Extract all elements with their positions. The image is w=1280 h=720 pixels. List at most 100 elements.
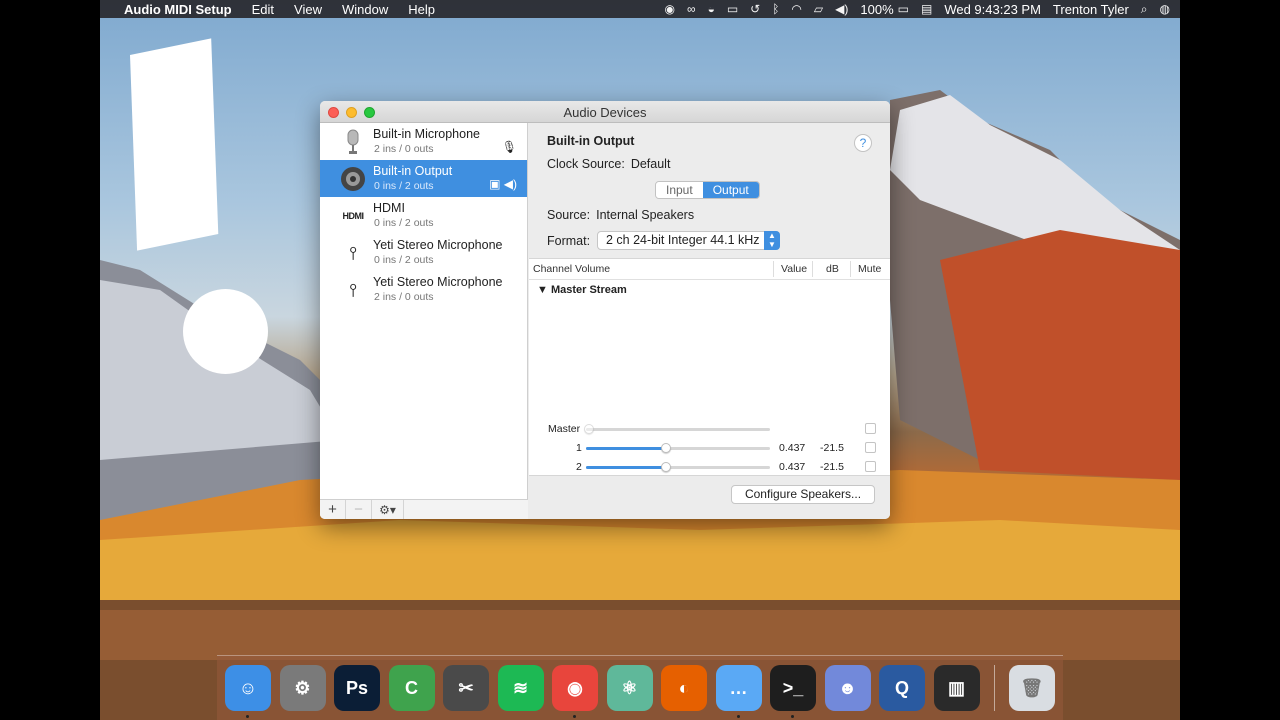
atom-icon[interactable]: ⚛ bbox=[606, 665, 653, 711]
photoshop-icon[interactable]: Ps bbox=[334, 665, 380, 711]
spotlight-search-icon[interactable]: ⌕ bbox=[1141, 2, 1148, 17]
device-io: 2 ins / 0 outs bbox=[374, 291, 434, 303]
format-value: 2 ch 24-bit Integer 44.1 kHz bbox=[606, 233, 760, 247]
channel-row-master: Master bbox=[529, 420, 890, 438]
channel-volume-table: Channel Volume Value dB Mute ▼ Master St… bbox=[529, 258, 890, 476]
channel-value: 0.437 bbox=[779, 461, 806, 473]
mute-checkbox[interactable] bbox=[865, 442, 876, 453]
table-header: Channel Volume Value dB Mute bbox=[529, 259, 890, 280]
spotify-icon[interactable]: ≋ bbox=[497, 665, 544, 711]
chevron-updown-icon: ▲ ▼ bbox=[764, 231, 780, 250]
volume-slider[interactable] bbox=[586, 462, 770, 472]
clock-source: Clock Source: Default bbox=[547, 157, 670, 171]
dock: ☺ ⚙ Ps C ✂ ≋ ◉ ⚛ ◐… >_ ☻ Q ▥ 🗑 bbox=[217, 655, 1063, 720]
running-indicator bbox=[573, 715, 576, 718]
dock-apps: ☺ ⚙ Ps C ✂ ≋ ◉ ⚛ ◐… >_ ☻ Q ▥ bbox=[225, 665, 988, 718]
channel-label: 1 bbox=[576, 442, 582, 454]
wifi-icon[interactable]: ◠ bbox=[791, 2, 801, 16]
configure-speakers-button[interactable]: Configure Speakers... bbox=[731, 485, 875, 504]
usb-icon: ⫯ bbox=[349, 279, 357, 300]
channel-row-2: 2 0.437 -21.5 bbox=[529, 458, 890, 476]
running-indicator bbox=[791, 715, 794, 718]
master-stream-group[interactable]: ▼ Master Stream bbox=[537, 284, 627, 296]
mute-checkbox[interactable] bbox=[865, 423, 876, 434]
window-title: Audio Devices bbox=[563, 105, 647, 120]
col-mute: Mute bbox=[858, 263, 882, 275]
menu-clock[interactable]: Wed 9:43:23 PM bbox=[944, 2, 1041, 17]
disclosure-triangle-icon[interactable]: ▼ bbox=[537, 284, 548, 296]
final-cut-icon[interactable]: ✂ bbox=[443, 665, 489, 711]
stream-name: Master Stream bbox=[550, 284, 627, 296]
device-io: 2 ins / 0 outs bbox=[374, 143, 434, 155]
flag-icon[interactable]: ▤ bbox=[921, 2, 932, 16]
device-item-built-in-microphone[interactable]: Built-in Microphone 2 ins / 0 outs 🎙 bbox=[320, 123, 527, 160]
siri-icon[interactable]: ◍ bbox=[1160, 2, 1170, 16]
quicktime-icon[interactable]: Q bbox=[879, 665, 925, 711]
airplay-icon[interactable]: ▱ bbox=[814, 2, 823, 16]
gear-menu-button[interactable]: ⚙▾ bbox=[372, 500, 404, 519]
menu-edit[interactable]: Edit bbox=[252, 2, 274, 17]
device-item-hdmi[interactable]: HDMI HDMI 0 ins / 2 outs bbox=[320, 197, 527, 234]
hdmi-icon: HDMI bbox=[342, 211, 365, 221]
midi-keyboard-icon[interactable]: ▥ bbox=[933, 665, 980, 711]
device-item-yeti-input[interactable]: ⫯ Yeti Stereo Microphone 2 ins / 0 outs bbox=[320, 271, 527, 308]
status-icon[interactable]: ◒ bbox=[708, 2, 715, 16]
microphone-icon bbox=[340, 129, 366, 155]
slider-knob[interactable] bbox=[584, 424, 594, 434]
menu-help[interactable]: Help bbox=[408, 2, 435, 17]
audio-devices-window: Audio Devices Built-in Microphone 2 ins … bbox=[320, 101, 890, 519]
clock-source-label: Clock Source: bbox=[547, 157, 625, 171]
tab-output[interactable]: Output bbox=[702, 182, 759, 198]
display-icon[interactable]: ▭ bbox=[727, 2, 738, 16]
app-menu[interactable]: Audio MIDI Setup bbox=[124, 2, 232, 17]
volume-slider[interactable] bbox=[586, 443, 770, 453]
menu-window[interactable]: Window bbox=[342, 2, 388, 17]
slider-knob[interactable] bbox=[661, 462, 672, 472]
device-list: Built-in Microphone 2 ins / 0 outs 🎙 Bui… bbox=[320, 123, 528, 519]
remove-device-button[interactable]: − bbox=[346, 500, 372, 519]
record-icon[interactable]: ◉ bbox=[665, 2, 675, 16]
volume-icon[interactable]: ◀) bbox=[835, 2, 848, 16]
battery-icon[interactable]: ▭ bbox=[898, 2, 909, 16]
device-item-built-in-output[interactable]: Built-in Output 0 ins / 2 outs ▣ ◀) bbox=[320, 160, 527, 197]
slider-fill bbox=[586, 466, 667, 469]
camtasia-icon[interactable]: C bbox=[388, 665, 435, 711]
tab-input[interactable]: Input bbox=[656, 182, 703, 198]
chrome-icon[interactable]: ◉ bbox=[552, 665, 598, 718]
volume-slider[interactable] bbox=[584, 424, 770, 434]
source-label: Source: bbox=[547, 208, 591, 222]
menu-view[interactable]: View bbox=[294, 2, 322, 17]
speaker-icon bbox=[340, 166, 366, 192]
finder-icon[interactable]: ☺ bbox=[225, 665, 271, 718]
discord-icon[interactable]: ☻ bbox=[824, 665, 871, 711]
usb-icon: ⫯ bbox=[349, 242, 357, 263]
slider-fill bbox=[586, 447, 667, 450]
help-button[interactable]: ? bbox=[854, 134, 872, 152]
clock-source-value: Default bbox=[630, 157, 671, 171]
time-machine-icon[interactable]: ↺ bbox=[750, 2, 760, 16]
device-name: Built-in Microphone bbox=[373, 127, 480, 141]
device-io: 0 ins / 2 outs bbox=[374, 254, 434, 266]
mute-checkbox[interactable] bbox=[865, 461, 876, 472]
running-indicator bbox=[736, 715, 740, 718]
messages-icon[interactable]: … bbox=[715, 665, 762, 718]
device-name: HDMI bbox=[373, 201, 405, 215]
channel-row-1: 1 0.437 -21.5 bbox=[529, 439, 890, 457]
terminal-icon[interactable]: >_ bbox=[770, 665, 816, 718]
system-preferences-icon[interactable]: ⚙ bbox=[279, 665, 326, 711]
bluetooth-icon[interactable]: ᛒ bbox=[772, 2, 779, 16]
trash-icon[interactable]: 🗑 bbox=[1008, 665, 1055, 711]
source-row: Source: Internal Speakers bbox=[547, 208, 694, 222]
device-name: Built-in Output bbox=[373, 164, 453, 178]
add-device-button[interactable]: + bbox=[320, 500, 346, 519]
device-item-yeti-output[interactable]: ⫯ Yeti Stereo Microphone 0 ins / 2 outs bbox=[320, 234, 527, 271]
user-name[interactable]: Trenton Tyler bbox=[1053, 2, 1129, 17]
creative-cloud-icon[interactable]: ∞ bbox=[687, 2, 696, 16]
firefox-icon[interactable]: ◐ bbox=[661, 665, 707, 711]
slider-knob[interactable] bbox=[661, 443, 672, 453]
format-select[interactable]: 2 ch 24-bit Integer 44.1 kHz ▲ ▼ bbox=[597, 231, 780, 250]
default-input-icon: 🎙 bbox=[501, 140, 517, 154]
source-value: Internal Speakers bbox=[596, 208, 695, 222]
running-indicator bbox=[246, 715, 249, 718]
title-bar[interactable]: Audio Devices bbox=[320, 101, 890, 123]
